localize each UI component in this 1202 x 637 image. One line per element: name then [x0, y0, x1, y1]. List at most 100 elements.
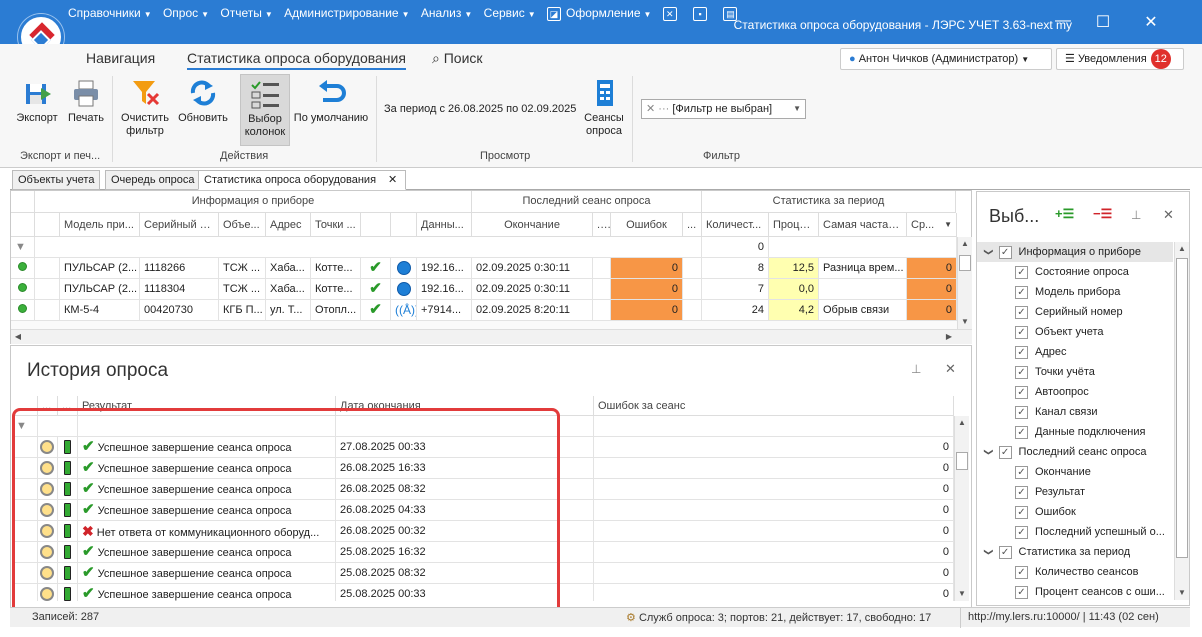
- maximize-button[interactable]: ☐: [1088, 12, 1118, 32]
- tree-column-node[interactable]: ✓ Данные подключения: [977, 422, 1145, 442]
- checkbox[interactable]: ✓: [1015, 525, 1028, 539]
- checkbox[interactable]: ✓: [1015, 565, 1028, 579]
- add-column-icon[interactable]: +☰: [1055, 206, 1074, 222]
- header-autopoll[interactable]: [361, 213, 391, 237]
- tree-column-node[interactable]: ✓ Ошибок: [977, 502, 1076, 522]
- filter-cells-tail[interactable]: [769, 237, 957, 258]
- history-vertical-scrollbar[interactable]: ▲ ▼: [954, 416, 969, 601]
- header-result[interactable]: ...: [593, 213, 611, 237]
- tree-column-node[interactable]: ✓ Результат: [977, 482, 1085, 502]
- tree-column-node[interactable]: ✓ Автоопрос: [977, 382, 1089, 402]
- pin-icon[interactable]: ⊥: [1131, 208, 1141, 222]
- header-last-success[interactable]: ...: [683, 213, 702, 237]
- header-percent[interactable]: Проце...: [769, 213, 819, 237]
- checkbox[interactable]: ✓: [1015, 325, 1028, 339]
- tree-column-node[interactable]: ✓ Состояние опроса: [977, 262, 1129, 282]
- scroll-right-icon[interactable]: ▶: [942, 330, 956, 344]
- tab-search[interactable]: ⌕ Поиск: [432, 50, 483, 67]
- tree-column-node[interactable]: ✓ Последний успешный о...: [977, 522, 1165, 542]
- header-frequent[interactable]: Самая частая...: [819, 213, 907, 237]
- menu-design[interactable]: ◪ Оформление ▼: [547, 0, 651, 40]
- tree-group-node[interactable]: ❯ ✓ Информация о приборе: [977, 242, 1173, 262]
- header-status[interactable]: [11, 213, 35, 237]
- checkbox[interactable]: ✓: [998, 545, 1012, 559]
- header-connection[interactable]: Данны...: [417, 213, 472, 237]
- tab-poll-queue[interactable]: Очередь опроса: [105, 170, 201, 190]
- remove-column-icon[interactable]: −☰: [1093, 206, 1112, 222]
- scroll-down-icon[interactable]: ▼: [955, 587, 969, 601]
- menu-directories[interactable]: Справочники ▼: [68, 0, 152, 40]
- checkbox[interactable]: ✓: [1015, 285, 1028, 299]
- header-end[interactable]: Окончание: [472, 213, 593, 237]
- tree-column-node[interactable]: ✓ Количество сеансов: [977, 562, 1139, 582]
- menu-analysis[interactable]: Анализ ▼: [421, 0, 472, 40]
- checkbox[interactable]: ✓: [1015, 385, 1028, 399]
- clear-icon[interactable]: ✕: [646, 103, 655, 115]
- scroll-left-icon[interactable]: ◀: [11, 330, 25, 344]
- horizontal-scrollbar[interactable]: ◀ ▶: [11, 329, 972, 344]
- filter-count[interactable]: 0: [702, 237, 769, 258]
- tab-statistics[interactable]: Статистика опроса оборудования: [187, 50, 406, 70]
- scroll-thumb[interactable]: [1176, 258, 1188, 558]
- select-columns-button[interactable]: Выбор колонок: [240, 74, 290, 146]
- checkbox[interactable]: ✓: [1015, 365, 1028, 379]
- tree-column-node[interactable]: ✓ Точки учёта: [977, 362, 1095, 382]
- poll-sessions-button[interactable]: Сеансы опроса: [580, 78, 628, 138]
- menu-admin[interactable]: Администрирование ▼: [284, 0, 409, 40]
- qa-close-all[interactable]: ✕: [662, 0, 682, 38]
- checkbox[interactable]: ✓: [1015, 485, 1028, 499]
- checkbox[interactable]: ✓: [1015, 465, 1028, 479]
- qa-save[interactable]: ▪: [693, 0, 712, 38]
- header-channel[interactable]: [391, 213, 417, 237]
- header-session-errors[interactable]: Ошибок за сеанс: [594, 396, 954, 416]
- pin-icon[interactable]: ⊥: [911, 362, 921, 376]
- filter-cells[interactable]: [35, 237, 702, 258]
- checkbox[interactable]: ✓: [998, 245, 1012, 259]
- period-label[interactable]: За период с 26.08.2025 по 02.09.2025: [384, 103, 576, 115]
- header-object[interactable]: Объе...: [219, 213, 266, 237]
- clear-filter-button[interactable]: Очистить фильтр: [118, 78, 172, 138]
- close-icon[interactable]: ✕: [388, 174, 397, 186]
- checkbox[interactable]: ✓: [1015, 405, 1028, 419]
- close-icon[interactable]: ✕: [1163, 207, 1174, 223]
- export-button[interactable]: Экспорт: [14, 78, 60, 125]
- table-row[interactable]: ПУЛЬСАР (2... 1118266 ТСЖ ... Хаба... Ко…: [11, 258, 957, 279]
- vertical-scrollbar[interactable]: ▲ ▼: [957, 237, 972, 329]
- menu-reports[interactable]: Отчеты ▼: [220, 0, 272, 40]
- tree-column-node[interactable]: ✓ Процент сеансов с оши...: [977, 582, 1165, 600]
- notifications-button[interactable]: ☰ Уведомления 12: [1056, 48, 1184, 70]
- menu-polling[interactable]: Опрос ▼: [163, 0, 209, 40]
- tree-column-node[interactable]: ✓ Серийный номер: [977, 302, 1123, 322]
- ellipsis-icon[interactable]: ···: [658, 103, 669, 115]
- filter-cell-errors[interactable]: [594, 416, 954, 437]
- minimize-button[interactable]: —: [1048, 12, 1078, 30]
- header-count[interactable]: Количест...: [702, 213, 769, 237]
- chevron-down-icon[interactable]: ❯: [979, 548, 999, 556]
- header-model[interactable]: Модель при...: [60, 213, 140, 237]
- header-serial[interactable]: Серийный н...: [140, 213, 219, 237]
- checkbox[interactable]: ✓: [1015, 425, 1028, 439]
- checkbox[interactable]: ✓: [1015, 265, 1028, 279]
- checkbox[interactable]: ✓: [1015, 345, 1028, 359]
- tree-group-node[interactable]: ❯ ✓ Статистика за период: [977, 542, 1130, 562]
- tree-column-node[interactable]: ✓ Объект учета: [977, 322, 1104, 342]
- scroll-up-icon[interactable]: ▲: [958, 237, 972, 251]
- close-button[interactable]: ✕: [1136, 12, 1166, 32]
- scroll-up-icon[interactable]: ▲: [1175, 242, 1189, 256]
- header-points[interactable]: Точки ...: [311, 213, 361, 237]
- default-view-button[interactable]: По умолчанию: [292, 78, 370, 125]
- tree-column-node[interactable]: ✓ Адрес: [977, 342, 1067, 362]
- table-row[interactable]: ПУЛЬСАР (2... 1118304 ТСЖ ... Хаба... Ко…: [11, 279, 957, 300]
- checkbox[interactable]: ✓: [1015, 585, 1028, 599]
- header-avg[interactable]: Ср... ▼: [907, 213, 957, 237]
- checkbox[interactable]: ✓: [1015, 505, 1028, 519]
- tree-column-node[interactable]: ✓ Модель прибора: [977, 282, 1120, 302]
- scroll-down-icon[interactable]: ▼: [958, 315, 972, 329]
- header-address[interactable]: Адрес: [266, 213, 311, 237]
- scroll-thumb[interactable]: [959, 255, 971, 271]
- header-errors[interactable]: Ошибок: [611, 213, 683, 237]
- tree-group-node[interactable]: ❯ ✓ Последний сеанс опроса: [977, 442, 1147, 462]
- tab-poll-statistics[interactable]: Статистика опроса оборудования ✕: [198, 170, 406, 190]
- user-menu[interactable]: ● Антон Чичков (Администратор) ▼: [840, 48, 1052, 70]
- scroll-down-icon[interactable]: ▼: [1175, 586, 1189, 600]
